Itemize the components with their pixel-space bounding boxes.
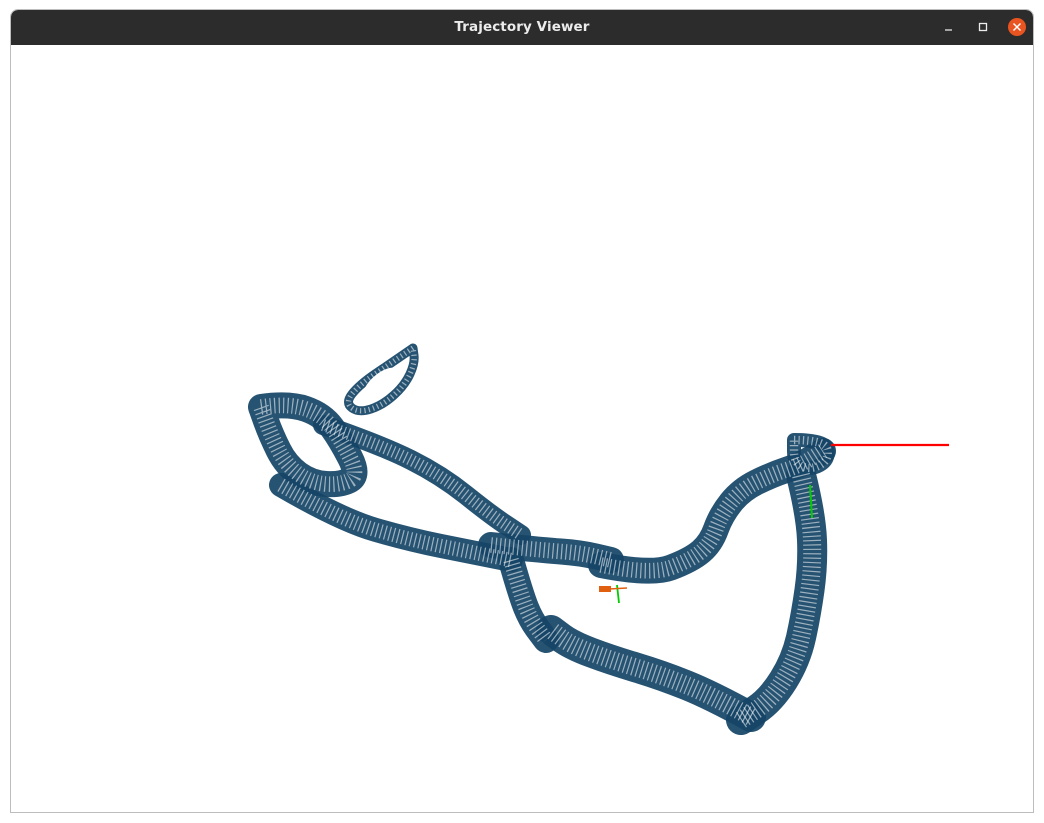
close-icon xyxy=(1012,22,1022,32)
app-window: Trajectory Viewer xyxy=(10,9,1034,813)
maximize-icon xyxy=(978,22,988,32)
maximize-button[interactable] xyxy=(974,18,992,36)
window-title: Trajectory Viewer xyxy=(454,19,590,35)
3d-viewport[interactable] xyxy=(11,45,1033,812)
close-button[interactable] xyxy=(1008,18,1026,36)
minimize-button[interactable] xyxy=(940,18,958,36)
trajectory-scene[interactable] xyxy=(11,45,1033,812)
origin-y-axis-line xyxy=(616,584,620,604)
trajectory-mesh xyxy=(248,343,836,735)
origin-x-axis-line xyxy=(608,587,628,590)
title-bar[interactable]: Trajectory Viewer xyxy=(11,10,1033,45)
minimize-icon xyxy=(945,29,952,31)
